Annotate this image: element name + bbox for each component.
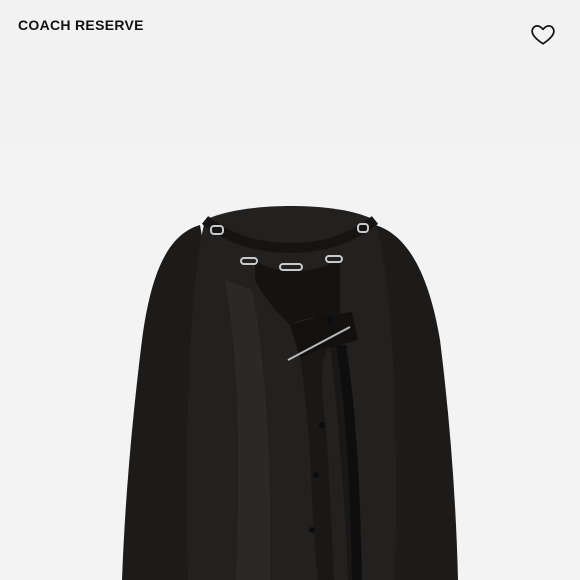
brand-label: COACH RESERVE — [18, 17, 144, 33]
product-image[interactable] — [0, 140, 580, 580]
wishlist-heart-icon[interactable] — [530, 21, 556, 47]
header-bar: COACH RESERVE — [0, 0, 580, 140]
